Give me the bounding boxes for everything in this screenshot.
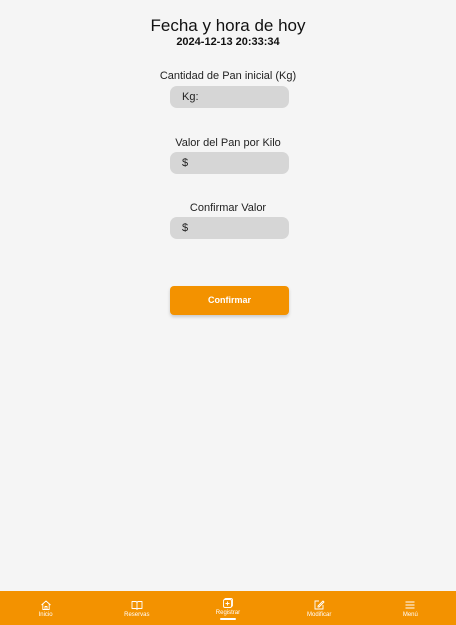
confirm-value-label: Confirmar Valor — [189, 202, 267, 214]
add-box-icon — [223, 597, 233, 608]
nav-item-reservas[interactable]: Reservas — [107, 591, 167, 625]
nav-item-menu[interactable]: Menú — [380, 591, 440, 625]
nav-item-inicio[interactable]: Inicio — [16, 591, 76, 625]
nav-label-modificar: Modificar — [306, 611, 332, 618]
nav-label-registrar: Registrar — [215, 609, 241, 616]
edit-icon — [314, 600, 325, 609]
price-per-kilo-label: Valor del Pan por Kilo — [175, 137, 281, 149]
menu-icon — [405, 600, 415, 609]
nav-item-registrar[interactable]: Registrar — [198, 591, 258, 625]
initial-bread-input[interactable]: Kg: — [170, 86, 289, 108]
nav-label-reservas: Reservas — [124, 611, 150, 618]
price-per-kilo-input[interactable]: $ — [170, 152, 289, 174]
book-icon — [131, 600, 143, 610]
nav-label-inicio: Inicio — [38, 611, 53, 618]
confirm-button[interactable]: Confirmar — [170, 286, 289, 315]
initial-bread-label: Cantidad de Pan inicial (Kg) — [159, 70, 297, 82]
nav-item-modificar[interactable]: Modificar — [289, 591, 349, 625]
active-tab-indicator — [219, 617, 236, 620]
bottom-navigation: Inicio Reservas Registrar Modificar Menú — [0, 591, 456, 625]
current-datetime: 2024-12-13 20:33:34 — [176, 36, 280, 48]
confirm-value-input[interactable]: $ — [170, 217, 289, 239]
page-title: Fecha y hora de hoy — [150, 16, 306, 35]
home-icon — [40, 600, 51, 610]
register-screen: Fecha y hora de hoy 2024-12-13 20:33:34 … — [0, 0, 456, 625]
nav-label-menu: Menú — [402, 611, 418, 618]
